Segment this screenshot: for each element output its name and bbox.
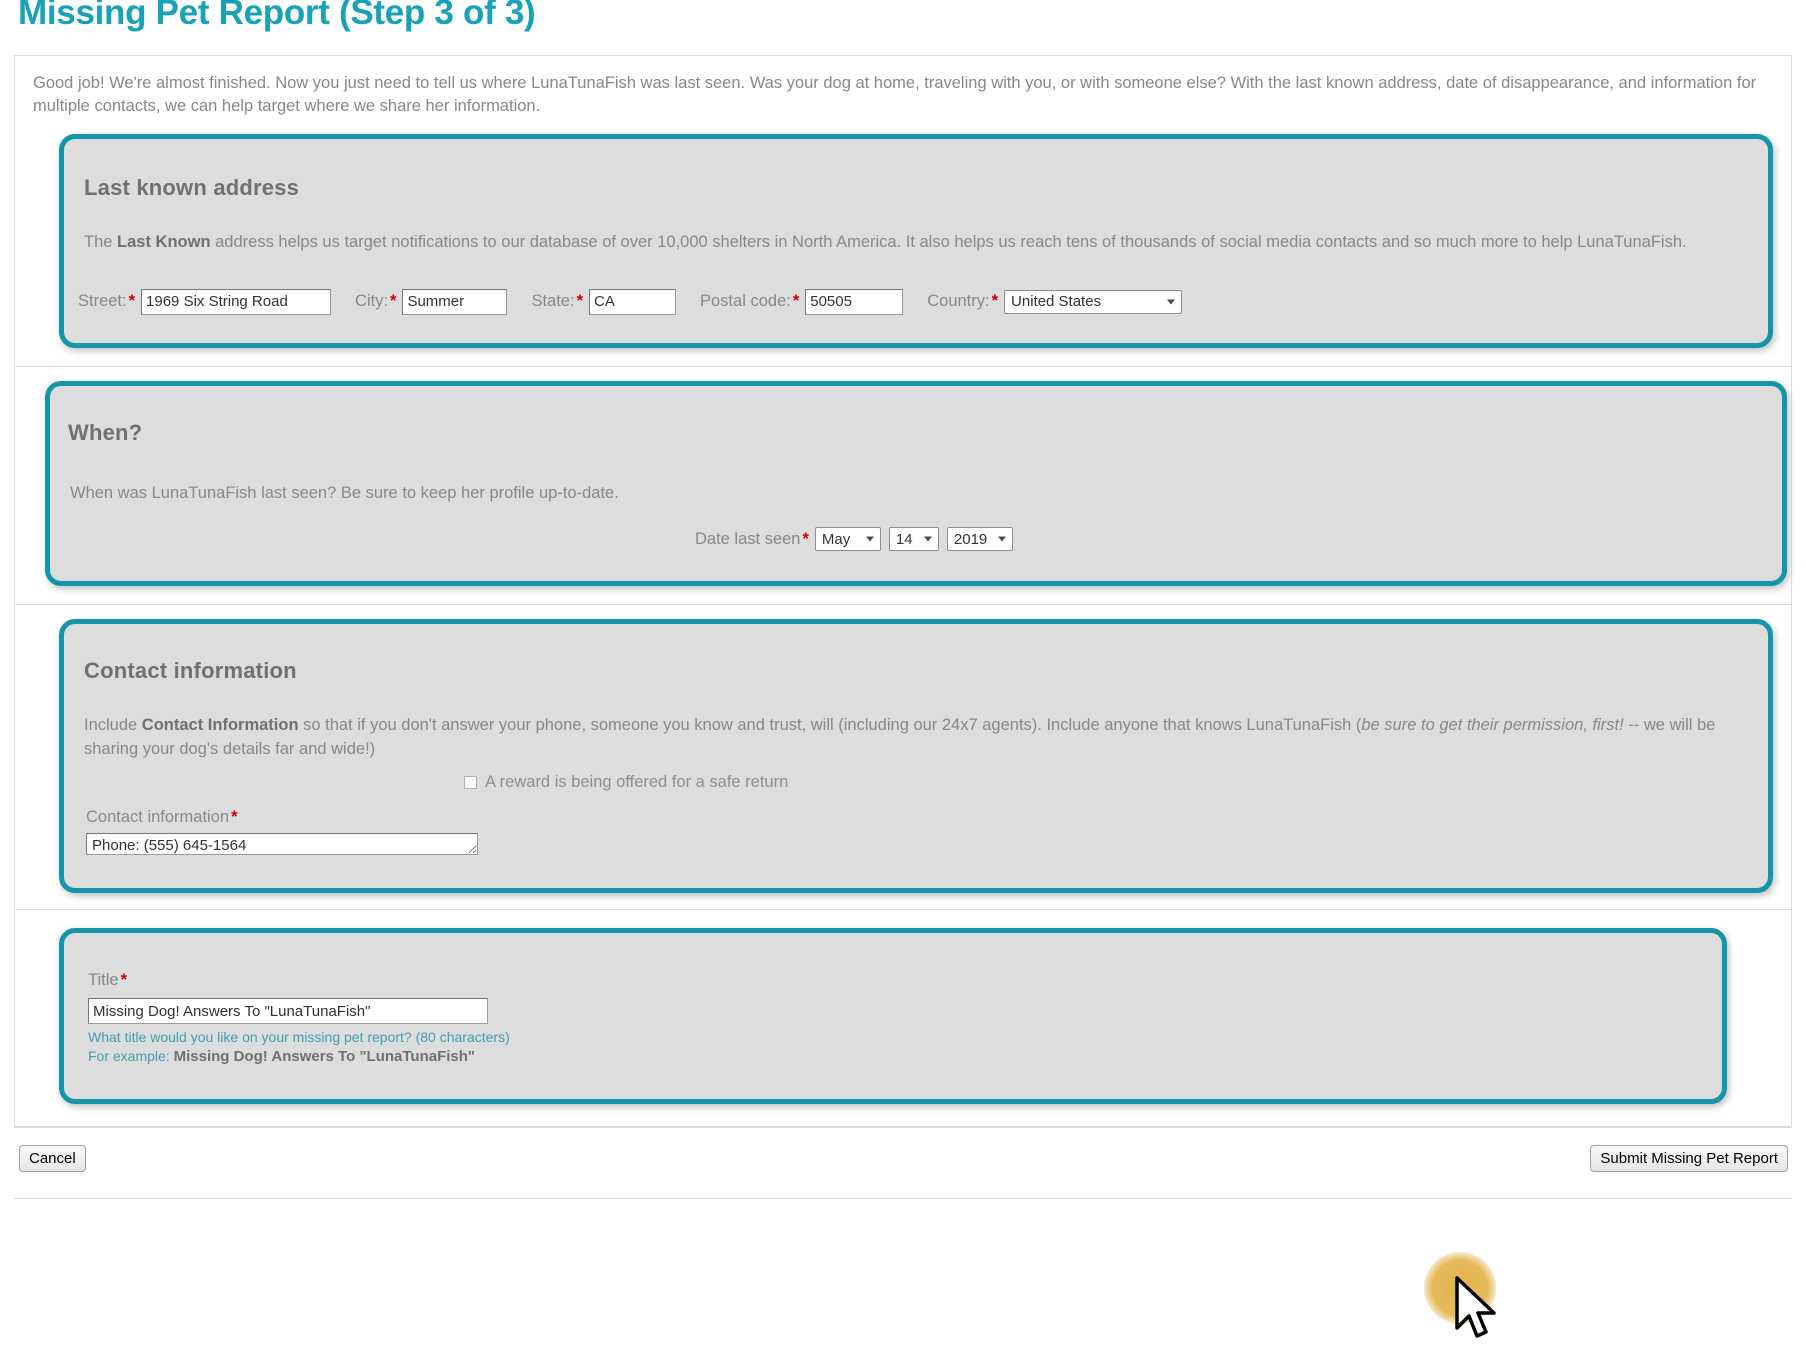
street-input[interactable] xyxy=(141,289,331,315)
city-label: City:* xyxy=(355,292,396,311)
title-hint: What title would you like on your missin… xyxy=(88,1029,1722,1045)
report-form-container: Good job! We're almost finished. Now you… xyxy=(14,55,1792,1128)
desc-emphasis: Last Known xyxy=(117,233,211,251)
intro-text: Good job! We're almost finished. Now you… xyxy=(15,56,1791,121)
title-panel: Title* What title would you like on your… xyxy=(59,928,1727,1104)
last-known-address-heading: Last known address xyxy=(84,175,1768,201)
section-last-known-address: Last known address The Last Known addres… xyxy=(15,134,1791,366)
section-title: Title* What title would you like on your… xyxy=(15,928,1791,1127)
country-required-mark: * xyxy=(992,292,998,310)
submit-missing-pet-report-button[interactable]: Submit Missing Pet Report xyxy=(1590,1145,1788,1172)
title-example-prefix: For example: xyxy=(88,1048,174,1064)
chevron-down-icon xyxy=(1167,299,1175,304)
state-label-text: State: xyxy=(531,292,574,310)
street-required-mark: * xyxy=(129,292,135,310)
street-label-text: Street: xyxy=(78,292,127,310)
contact-information-heading: Contact information xyxy=(84,658,1768,684)
contact-information-field-label-text: Contact information xyxy=(86,808,229,826)
when-heading: When? xyxy=(68,420,1782,446)
contact-textarea-wrap xyxy=(86,833,1768,860)
address-field-row: Street:* City:* State:* Postal code:* Co… xyxy=(78,289,1768,315)
last-known-address-panel: Last known address The Last Known addres… xyxy=(59,134,1773,347)
contact-required-mark: * xyxy=(231,808,237,826)
contact-information-field-label: Contact information* xyxy=(86,808,1768,827)
date-required-mark: * xyxy=(802,530,808,548)
title-field-label-text: Title xyxy=(88,971,119,989)
section-contact-information: Contact information Include Contact Info… xyxy=(15,619,1791,910)
chevron-down-icon xyxy=(924,537,932,542)
date-last-seen-label: Date last seen* xyxy=(695,530,809,549)
page-title: Missing Pet Report (Step 3 of 3) xyxy=(18,0,1806,33)
reward-offered-row: A reward is being offered for a safe ret… xyxy=(464,773,1768,792)
desc-italic: be sure to get their permission, first! xyxy=(1361,716,1623,734)
desc-mid: so that if you don't answer your phone, … xyxy=(299,716,1362,734)
contact-information-description: Include Contact Information so that if y… xyxy=(84,714,1748,761)
title-input-wrap xyxy=(88,998,1722,1024)
cancel-button[interactable]: Cancel xyxy=(19,1145,86,1172)
date-last-seen-row: Date last seen* May 14 2019 xyxy=(695,527,1782,551)
section-when: When? When was LunaTunaFish last seen? B… xyxy=(15,381,1791,605)
when-description: When was LunaTunaFish last seen? Be sure… xyxy=(70,482,1782,505)
date-day-value: 14 xyxy=(896,531,913,548)
street-label: Street:* xyxy=(78,292,135,311)
reward-offered-label: A reward is being offered for a safe ret… xyxy=(485,773,788,792)
contact-information-panel: Contact information Include Contact Info… xyxy=(59,619,1773,893)
desc-pre: Include xyxy=(84,716,142,734)
country-label-text: Country: xyxy=(927,292,989,310)
date-year-value: 2019 xyxy=(954,531,987,548)
title-input[interactable] xyxy=(88,998,488,1024)
date-month-value: May xyxy=(822,531,850,548)
postal-code-input[interactable] xyxy=(805,289,903,315)
reward-offered-checkbox[interactable] xyxy=(464,776,477,789)
title-field-label: Title* xyxy=(88,971,1722,990)
city-input[interactable] xyxy=(402,289,507,315)
country-label: Country:* xyxy=(927,292,998,311)
postal-code-label-text: Postal code: xyxy=(700,292,791,310)
last-known-address-description: The Last Known address helps us target n… xyxy=(84,231,1748,254)
postal-code-label: Postal code:* xyxy=(700,292,799,311)
date-day-select[interactable]: 14 xyxy=(889,527,939,551)
chevron-down-icon xyxy=(866,537,874,542)
city-required-mark: * xyxy=(390,292,396,310)
state-input[interactable] xyxy=(589,289,676,315)
country-select-value: United States xyxy=(1011,293,1101,310)
date-year-select[interactable]: 2019 xyxy=(947,527,1013,551)
when-panel: When? When was LunaTunaFish last seen? B… xyxy=(45,381,1787,586)
state-required-mark: * xyxy=(577,292,583,310)
state-label: State:* xyxy=(531,292,583,311)
desc-post: address helps us target notifications to… xyxy=(211,233,1687,251)
date-month-select[interactable]: May xyxy=(815,527,881,551)
country-select[interactable]: United States xyxy=(1004,290,1182,314)
title-required-mark: * xyxy=(121,971,127,989)
postal-required-mark: * xyxy=(793,292,799,310)
chevron-down-icon xyxy=(998,537,1006,542)
desc-emphasis: Contact Information xyxy=(142,716,299,734)
city-label-text: City: xyxy=(355,292,388,310)
contact-information-textarea[interactable] xyxy=(86,833,478,855)
title-example: For example: Missing Dog! Answers To "Lu… xyxy=(88,1048,1722,1065)
mouse-cursor xyxy=(1455,1276,1501,1347)
title-example-value: Missing Dog! Answers To "LunaTunaFish" xyxy=(174,1048,475,1065)
date-last-seen-label-text: Date last seen xyxy=(695,530,800,548)
click-highlight xyxy=(1424,1252,1496,1324)
form-footer: Cancel Submit Missing Pet Report xyxy=(14,1127,1792,1199)
desc-pre: The xyxy=(84,233,117,251)
